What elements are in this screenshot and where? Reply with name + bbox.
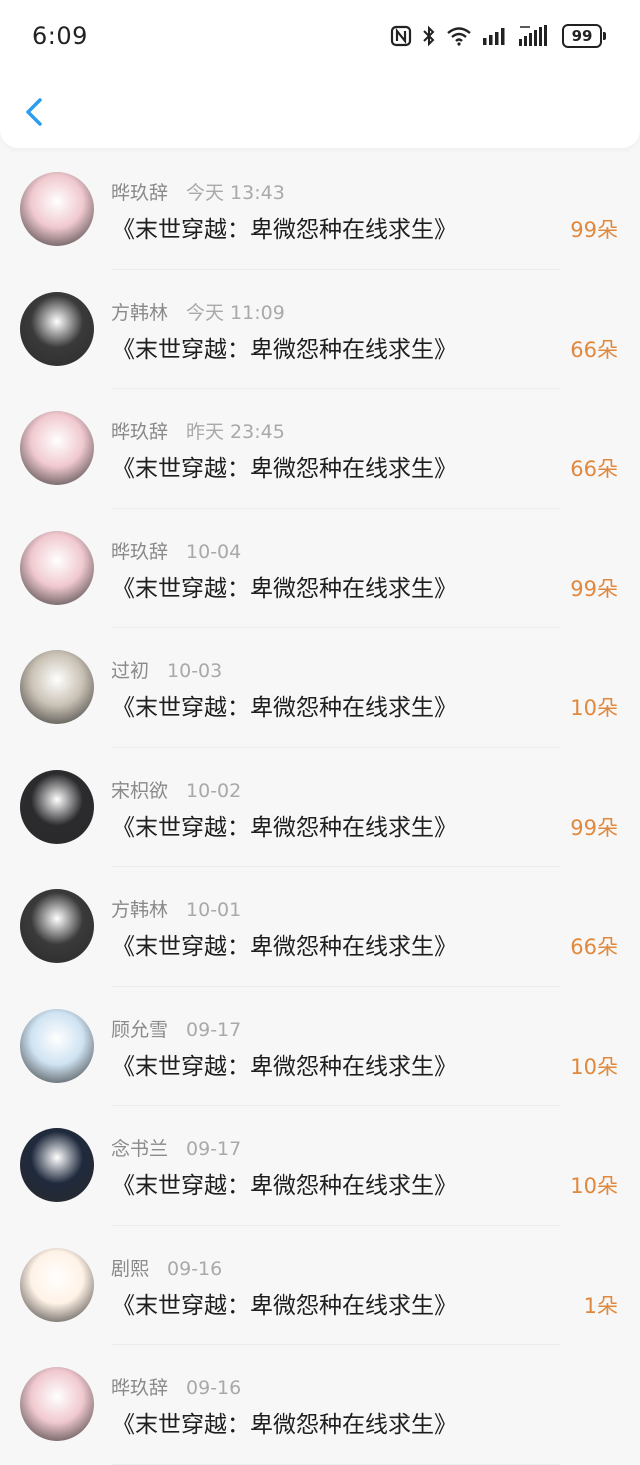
- nfc-icon: [390, 25, 412, 47]
- gift-amount: 99朵: [570, 815, 618, 840]
- gift-amount: 66朵: [570, 337, 618, 362]
- sender-name-text: 晔玖辞: [111, 421, 169, 443]
- list-item[interactable]: 晔玖辞 10-04 《末世穿越：卑微怨种在线求生》 99朵: [0, 509, 640, 628]
- sender-name: 念书兰 09-17: [111, 1134, 241, 1161]
- book-title: 《末世穿越：卑微怨种在线求生》: [112, 695, 457, 721]
- gift-amount: 66朵: [570, 457, 618, 481]
- signal-4g-icon: [519, 25, 547, 46]
- record-date: 09-17: [186, 1138, 242, 1160]
- sender-name-text: 方韩林: [111, 899, 169, 921]
- list-item[interactable]: 晔玖辞 09-16 《末世穿越：卑微怨种在线求生》: [0, 1345, 640, 1465]
- sender-name: 过初 10-03: [111, 656, 222, 683]
- avatar[interactable]: [20, 411, 94, 485]
- navigation-bar: [0, 72, 640, 148]
- sender-name-text: 方韩林: [111, 301, 169, 324]
- sender-name-text: 晔玖辞: [111, 540, 169, 563]
- list-item[interactable]: 宋枳欲 10-02 《末世穿越：卑微怨种在线求生》 99朵: [0, 748, 640, 867]
- sender-name: 晔玖辞 10-04: [111, 537, 241, 564]
- record-date: 10-04: [186, 540, 242, 563]
- sender-name: 晔玖辞 昨天 23:45: [111, 417, 285, 444]
- sender-name: 晔玖辞 09-16: [111, 1373, 241, 1400]
- record-date: 09-17: [186, 1018, 242, 1041]
- list-item[interactable]: 晔玖辞 今天 13:43 《末世穿越：卑微怨种在线求生》 99朵: [0, 150, 640, 270]
- status-time: 6:09: [32, 22, 88, 50]
- avatar[interactable]: [20, 889, 94, 963]
- record-date: 今天 13:43: [186, 182, 285, 204]
- book-title: 《末世穿越：卑微怨种在线求生》: [112, 456, 457, 482]
- record-date: 10-03: [167, 660, 223, 682]
- list-item[interactable]: 剧熙 09-16 《末世穿越：卑微怨种在线求生》 1朵: [0, 1226, 640, 1345]
- record-date: 09-16: [167, 1257, 223, 1280]
- list-item[interactable]: 方韩林 10-01 《末世穿越：卑微怨种在线求生》 66朵: [0, 867, 640, 987]
- sender-name-text: 念书兰: [111, 1138, 169, 1160]
- gift-amount: 10朵: [570, 1174, 618, 1198]
- system-icons: 99: [390, 24, 606, 48]
- gift-amount: 1朵: [583, 1293, 618, 1318]
- back-button[interactable]: [20, 92, 52, 132]
- sender-name: 剧熙 09-16: [111, 1254, 222, 1281]
- avatar[interactable]: [20, 1008, 94, 1083]
- gift-amount: 99朵: [570, 576, 618, 601]
- avatar[interactable]: [20, 530, 94, 605]
- sender-name-text: 晔玖辞: [111, 182, 169, 204]
- battery-tip: [603, 32, 606, 40]
- list-item[interactable]: 念书兰 09-17 《末世穿越：卑微怨种在线求生》 10朵: [0, 1106, 640, 1226]
- book-title: 《末世穿越：卑微怨种在线求生》: [112, 1053, 457, 1080]
- book-title: 《末世穿越：卑微怨种在线求生》: [112, 814, 457, 841]
- sender-name-text: 顾允雪: [111, 1018, 169, 1041]
- signal-icon: [483, 28, 505, 45]
- gift-record-list: 晔玖辞 今天 13:43 《末世穿越：卑微怨种在线求生》 99朵 方韩林 今天 11:09…: [0, 150, 640, 1465]
- book-title: 《末世穿越：卑微怨种在线求生》: [112, 1173, 457, 1199]
- battery-level: 99: [562, 24, 602, 48]
- gift-amount: 10朵: [570, 1054, 618, 1079]
- record-date: 昨天 23:45: [186, 421, 285, 443]
- avatar[interactable]: [20, 650, 94, 724]
- record-date: 10-02: [186, 779, 242, 802]
- wifi-icon: [447, 27, 471, 46]
- avatar[interactable]: [20, 1247, 94, 1322]
- sender-name: 方韩林 今天 11:09: [111, 298, 285, 325]
- sender-name: 宋枳欲 10-02: [111, 776, 241, 803]
- avatar[interactable]: [20, 1367, 94, 1441]
- sender-name-text: 过初: [111, 660, 150, 682]
- bluetooth-icon: [423, 25, 435, 47]
- list-item[interactable]: 顾允雪 09-17 《末世穿越：卑微怨种在线求生》 10朵: [0, 987, 640, 1106]
- battery-indicator: 99: [562, 24, 606, 48]
- record-date: 10-01: [186, 899, 242, 921]
- divider: [112, 1463, 560, 1465]
- sender-name: 顾允雪 09-17: [111, 1015, 241, 1042]
- list-item[interactable]: 方韩林 今天 11:09 《末世穿越：卑微怨种在线求生》 66朵: [0, 270, 640, 389]
- gift-amount: 99朵: [570, 218, 618, 242]
- sender-name-text: 剧熙: [111, 1257, 150, 1280]
- book-title: 《末世穿越：卑微怨种在线求生》: [112, 217, 457, 243]
- list-item[interactable]: 过初 10-03 《末世穿越：卑微怨种在线求生》 10朵: [0, 628, 640, 748]
- sender-name: 方韩林 10-01: [111, 895, 241, 922]
- status-bar: 6:09 99: [0, 0, 640, 72]
- gift-amount: 66朵: [570, 935, 618, 959]
- sender-name-text: 晔玖辞: [111, 1377, 169, 1399]
- book-title: 《末世穿越：卑微怨种在线求生》: [112, 336, 457, 363]
- gift-amount: 10朵: [570, 696, 618, 720]
- avatar[interactable]: [20, 1128, 94, 1202]
- record-date: 09-16: [186, 1377, 242, 1399]
- book-title: 《末世穿越：卑微怨种在线求生》: [112, 1412, 457, 1438]
- sender-name: 晔玖辞 今天 13:43: [111, 178, 285, 205]
- book-title: 《末世穿越：卑微怨种在线求生》: [112, 1292, 457, 1319]
- record-date: 今天 11:09: [186, 301, 285, 324]
- avatar[interactable]: [20, 769, 94, 844]
- book-title: 《末世穿越：卑微怨种在线求生》: [112, 575, 457, 602]
- avatar[interactable]: [20, 291, 94, 366]
- avatar[interactable]: [20, 172, 94, 246]
- chevron-left-icon: [26, 98, 42, 126]
- book-title: 《末世穿越：卑微怨种在线求生》: [112, 934, 457, 960]
- list-item[interactable]: 晔玖辞 昨天 23:45 《末世穿越：卑微怨种在线求生》 66朵: [0, 389, 640, 509]
- sender-name-text: 宋枳欲: [111, 779, 169, 802]
